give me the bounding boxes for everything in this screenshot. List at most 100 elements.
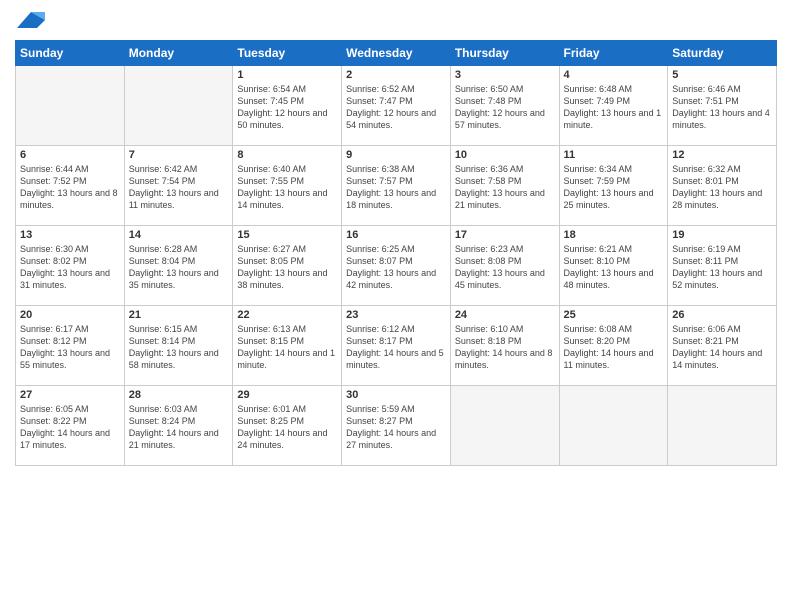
weekday-header-wednesday: Wednesday — [342, 41, 451, 66]
day-info: Sunrise: 6:50 AM Sunset: 7:48 PM Dayligh… — [455, 83, 555, 132]
header — [15, 10, 777, 32]
day-number: 14 — [129, 229, 229, 241]
day-info: Sunrise: 6:46 AM Sunset: 7:51 PM Dayligh… — [672, 83, 772, 132]
day-info: Sunrise: 6:48 AM Sunset: 7:49 PM Dayligh… — [564, 83, 664, 132]
calendar-cell: 23 Sunrise: 6:12 AM Sunset: 8:17 PM Dayli… — [342, 306, 451, 386]
day-number: 16 — [346, 229, 446, 241]
calendar-cell: 6Sunrise: 6:44 AM Sunset: 7:52 PM Daylig… — [16, 146, 125, 226]
day-info: Sunrise: 6:01 AM Sunset: 8:25 PM Dayligh… — [237, 403, 337, 452]
day-info: Sunrise: 6:05 AM Sunset: 8:22 PM Dayligh… — [20, 403, 120, 452]
week-row-1: 1 Sunrise: 6:54 AM Sunset: 7:45 PM Daylig… — [16, 66, 777, 146]
weekday-header-thursday: Thursday — [450, 41, 559, 66]
day-number: 1 — [237, 69, 337, 81]
weekday-header-friday: Friday — [559, 41, 668, 66]
day-number: 27 — [20, 389, 120, 401]
calendar-cell: 18 Sunrise: 6:21 AM Sunset: 8:10 PM Dayli… — [559, 226, 668, 306]
calendar-cell: 20 Sunrise: 6:17 AM Sunset: 8:12 PM Dayli… — [16, 306, 125, 386]
calendar-cell: 4 Sunrise: 6:48 AM Sunset: 7:49 PM Daylig… — [559, 66, 668, 146]
day-number: 9 — [346, 149, 446, 161]
calendar-cell: 25 Sunrise: 6:08 AM Sunset: 8:20 PM Dayli… — [559, 306, 668, 386]
calendar-cell — [124, 66, 233, 146]
calendar-cell: 21Sunrise: 6:15 AM Sunset: 8:14 PM Dayli… — [124, 306, 233, 386]
day-info: Sunrise: 6:17 AM Sunset: 8:12 PM Dayligh… — [20, 323, 120, 372]
day-info: Sunrise: 6:23 AM Sunset: 8:08 PM Dayligh… — [455, 243, 555, 292]
calendar-cell: 10 Sunrise: 6:36 AM Sunset: 7:58 PM Dayli… — [450, 146, 559, 226]
day-number: 12 — [672, 149, 772, 161]
logo — [15, 10, 45, 32]
day-number: 6 — [20, 149, 120, 161]
day-number: 29 — [237, 389, 337, 401]
day-info: Sunrise: 6:38 AM Sunset: 7:57 PM Dayligh… — [346, 163, 446, 212]
week-row-3: 13 Sunrise: 6:30 AM Sunset: 8:02 PM Dayli… — [16, 226, 777, 306]
calendar-cell: 13 Sunrise: 6:30 AM Sunset: 8:02 PM Dayli… — [16, 226, 125, 306]
day-info: Sunrise: 6:34 AM Sunset: 7:59 PM Dayligh… — [564, 163, 664, 212]
day-number: 2 — [346, 69, 446, 81]
calendar-cell: 11 Sunrise: 6:34 AM Sunset: 7:59 PM Dayli… — [559, 146, 668, 226]
day-number: 4 — [564, 69, 664, 81]
calendar-cell: 14 Sunrise: 6:28 AM Sunset: 8:04 PM Dayli… — [124, 226, 233, 306]
calendar-cell — [668, 386, 777, 466]
calendar-cell: 27 Sunrise: 6:05 AM Sunset: 8:22 PM Dayli… — [16, 386, 125, 466]
day-info: Sunrise: 6:32 AM Sunset: 8:01 PM Dayligh… — [672, 163, 772, 212]
calendar-cell — [16, 66, 125, 146]
day-info: Sunrise: 6:10 AM Sunset: 8:18 PM Dayligh… — [455, 323, 555, 372]
day-number: 19 — [672, 229, 772, 241]
calendar-cell: 29 Sunrise: 6:01 AM Sunset: 8:25 PM Dayli… — [233, 386, 342, 466]
day-info: Sunrise: 6:03 AM Sunset: 8:24 PM Dayligh… — [129, 403, 229, 452]
calendar-cell: 19 Sunrise: 6:19 AM Sunset: 8:11 PM Dayli… — [668, 226, 777, 306]
calendar-cell: 22Sunrise: 6:13 AM Sunset: 8:15 PM Dayli… — [233, 306, 342, 386]
day-number: 3 — [455, 69, 555, 81]
day-number: 25 — [564, 309, 664, 321]
day-info: Sunrise: 6:40 AM Sunset: 7:55 PM Dayligh… — [237, 163, 337, 212]
day-info: Sunrise: 6:12 AM Sunset: 8:17 PM Dayligh… — [346, 323, 446, 372]
calendar-cell: 9 Sunrise: 6:38 AM Sunset: 7:57 PM Daylig… — [342, 146, 451, 226]
day-info: Sunrise: 6:52 AM Sunset: 7:47 PM Dayligh… — [346, 83, 446, 132]
calendar-cell: 12 Sunrise: 6:32 AM Sunset: 8:01 PM Dayli… — [668, 146, 777, 226]
day-number: 17 — [455, 229, 555, 241]
day-info: Sunrise: 6:42 AM Sunset: 7:54 PM Dayligh… — [129, 163, 229, 212]
day-info: Sunrise: 6:08 AM Sunset: 8:20 PM Dayligh… — [564, 323, 664, 372]
day-info: Sunrise: 6:36 AM Sunset: 7:58 PM Dayligh… — [455, 163, 555, 212]
week-row-2: 6Sunrise: 6:44 AM Sunset: 7:52 PM Daylig… — [16, 146, 777, 226]
day-info: Sunrise: 6:28 AM Sunset: 8:04 PM Dayligh… — [129, 243, 229, 292]
weekday-header-saturday: Saturday — [668, 41, 777, 66]
calendar-cell: 24 Sunrise: 6:10 AM Sunset: 8:18 PM Dayli… — [450, 306, 559, 386]
calendar-cell: 2 Sunrise: 6:52 AM Sunset: 7:47 PM Daylig… — [342, 66, 451, 146]
day-number: 10 — [455, 149, 555, 161]
day-number: 18 — [564, 229, 664, 241]
calendar-cell: 8 Sunrise: 6:40 AM Sunset: 7:55 PM Daylig… — [233, 146, 342, 226]
weekday-header-row: SundayMondayTuesdayWednesdayThursdayFrid… — [16, 41, 777, 66]
day-info: Sunrise: 6:30 AM Sunset: 8:02 PM Dayligh… — [20, 243, 120, 292]
day-info: Sunrise: 6:06 AM Sunset: 8:21 PM Dayligh… — [672, 323, 772, 372]
day-info: Sunrise: 6:27 AM Sunset: 8:05 PM Dayligh… — [237, 243, 337, 292]
week-row-5: 27 Sunrise: 6:05 AM Sunset: 8:22 PM Dayli… — [16, 386, 777, 466]
day-info: Sunrise: 6:19 AM Sunset: 8:11 PM Dayligh… — [672, 243, 772, 292]
day-info: Sunrise: 6:54 AM Sunset: 7:45 PM Dayligh… — [237, 83, 337, 132]
day-number: 24 — [455, 309, 555, 321]
calendar-cell: 7Sunrise: 6:42 AM Sunset: 7:54 PM Daylig… — [124, 146, 233, 226]
calendar-table: SundayMondayTuesdayWednesdayThursdayFrid… — [15, 40, 777, 466]
calendar-cell: 1 Sunrise: 6:54 AM Sunset: 7:45 PM Daylig… — [233, 66, 342, 146]
weekday-header-tuesday: Tuesday — [233, 41, 342, 66]
day-number: 28 — [129, 389, 229, 401]
week-row-4: 20 Sunrise: 6:17 AM Sunset: 8:12 PM Dayli… — [16, 306, 777, 386]
calendar-cell — [559, 386, 668, 466]
day-info: Sunrise: 6:21 AM Sunset: 8:10 PM Dayligh… — [564, 243, 664, 292]
calendar-cell: 5 Sunrise: 6:46 AM Sunset: 7:51 PM Daylig… — [668, 66, 777, 146]
calendar-cell — [450, 386, 559, 466]
calendar-cell: 15Sunrise: 6:27 AM Sunset: 8:05 PM Dayli… — [233, 226, 342, 306]
weekday-header-monday: Monday — [124, 41, 233, 66]
day-number: 5 — [672, 69, 772, 81]
day-info: Sunrise: 5:59 AM Sunset: 8:27 PM Dayligh… — [346, 403, 446, 452]
day-number: 23 — [346, 309, 446, 321]
calendar-cell: 3 Sunrise: 6:50 AM Sunset: 7:48 PM Daylig… — [450, 66, 559, 146]
calendar-cell: 28 Sunrise: 6:03 AM Sunset: 8:24 PM Dayli… — [124, 386, 233, 466]
day-number: 21 — [129, 309, 229, 321]
day-number: 11 — [564, 149, 664, 161]
day-number: 8 — [237, 149, 337, 161]
page: SundayMondayTuesdayWednesdayThursdayFrid… — [0, 0, 792, 612]
day-number: 30 — [346, 389, 446, 401]
day-number: 13 — [20, 229, 120, 241]
day-number: 20 — [20, 309, 120, 321]
calendar-cell: 30 Sunrise: 5:59 AM Sunset: 8:27 PM Dayli… — [342, 386, 451, 466]
